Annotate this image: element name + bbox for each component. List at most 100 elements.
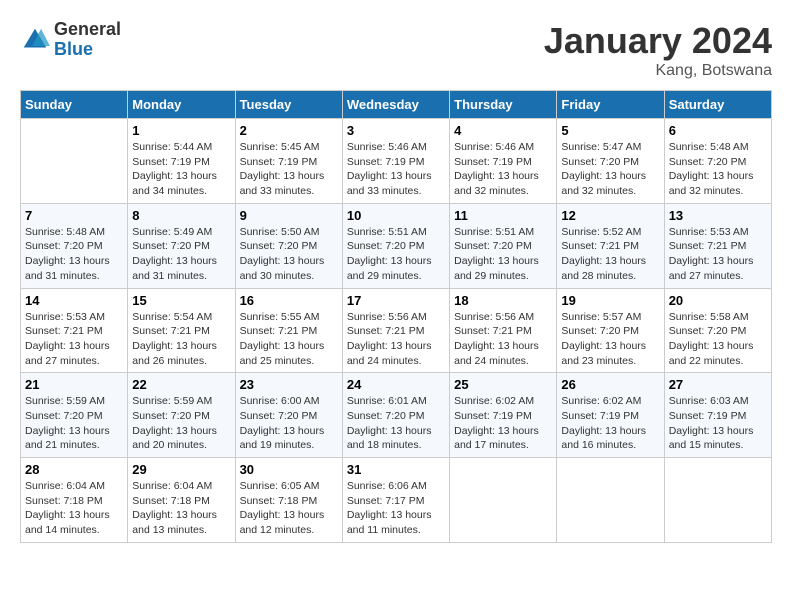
calendar-cell: 6Sunrise: 5:48 AMSunset: 7:20 PMDaylight…	[664, 119, 771, 204]
calendar-cell: 25 Sunrise: 6:02 AMSunset: 7:19 PMDayligh…	[450, 373, 557, 458]
header-day-tuesday: Tuesday	[235, 91, 342, 119]
cell-info: Sunrise: 5:54 AMSunset: 7:21 PMDaylight:…	[132, 310, 230, 369]
cell-info: Sunrise: 6:00 AMSunset: 7:20 PMDaylight:…	[240, 394, 338, 453]
cell-date-number: 26	[561, 377, 659, 392]
cell-date-number: 5	[561, 123, 659, 138]
calendar-cell: 14Sunrise: 5:53 AMSunset: 7:21 PMDayligh…	[21, 288, 128, 373]
calendar-cell: 12 Sunrise: 5:52 AMSunset: 7:21 PMDayligh…	[557, 203, 664, 288]
calendar-cell: 26 Sunrise: 6:02 AMSunset: 7:19 PMDayligh…	[557, 373, 664, 458]
calendar-cell: 23 Sunrise: 6:00 AMSunset: 7:20 PMDayligh…	[235, 373, 342, 458]
calendar-cell: 4 Sunrise: 5:46 AMSunset: 7:19 PMDaylight…	[450, 119, 557, 204]
cell-info: Sunrise: 5:56 AMSunset: 7:21 PMDaylight:…	[454, 310, 552, 369]
cell-info: Sunrise: 6:02 AMSunset: 7:19 PMDaylight:…	[561, 394, 659, 453]
cell-date-number: 28	[25, 462, 123, 477]
calendar-cell: 17 Sunrise: 5:56 AMSunset: 7:21 PMDayligh…	[342, 288, 449, 373]
cell-date-number: 8	[132, 208, 230, 223]
calendar-cell	[21, 119, 128, 204]
calendar-cell: 2 Sunrise: 5:45 AMSunset: 7:19 PMDaylight…	[235, 119, 342, 204]
logo-blue-text: Blue	[54, 40, 121, 60]
cell-date-number: 22	[132, 377, 230, 392]
cell-info: Sunrise: 5:55 AMSunset: 7:21 PMDaylight:…	[240, 310, 338, 369]
cell-info: Sunrise: 5:51 AMSunset: 7:20 PMDaylight:…	[347, 225, 445, 284]
calendar-cell: 11 Sunrise: 5:51 AMSunset: 7:20 PMDayligh…	[450, 203, 557, 288]
header-day-sunday: Sunday	[21, 91, 128, 119]
cell-info: Sunrise: 5:52 AMSunset: 7:21 PMDaylight:…	[561, 225, 659, 284]
calendar-cell: 31 Sunrise: 6:06 AMSunset: 7:17 PMDayligh…	[342, 458, 449, 543]
cell-info: Sunrise: 6:05 AMSunset: 7:18 PMDaylight:…	[240, 479, 338, 538]
calendar-cell: 16 Sunrise: 5:55 AMSunset: 7:21 PMDayligh…	[235, 288, 342, 373]
header-day-thursday: Thursday	[450, 91, 557, 119]
calendar-cell	[450, 458, 557, 543]
cell-info: Sunrise: 5:48 AMSunset: 7:20 PMDaylight:…	[669, 140, 767, 199]
cell-info: Sunrise: 5:56 AMSunset: 7:21 PMDaylight:…	[347, 310, 445, 369]
calendar-cell: 29Sunrise: 6:04 AMSunset: 7:18 PMDayligh…	[128, 458, 235, 543]
calendar-cell: 19 Sunrise: 5:57 AMSunset: 7:20 PMDayligh…	[557, 288, 664, 373]
calendar-cell: 8 Sunrise: 5:49 AMSunset: 7:20 PMDaylight…	[128, 203, 235, 288]
cell-info: Sunrise: 6:03 AMSunset: 7:19 PMDaylight:…	[669, 394, 767, 453]
cell-info: Sunrise: 6:01 AMSunset: 7:20 PMDaylight:…	[347, 394, 445, 453]
cell-info: Sunrise: 5:46 AMSunset: 7:19 PMDaylight:…	[347, 140, 445, 199]
calendar-week-row: 7 Sunrise: 5:48 AMSunset: 7:20 PMDaylight…	[21, 203, 772, 288]
cell-date-number: 18	[454, 293, 552, 308]
cell-date-number: 3	[347, 123, 445, 138]
cell-date-number: 19	[561, 293, 659, 308]
title-section: January 2024 Kang, Botswana	[544, 20, 772, 80]
cell-date-number: 10	[347, 208, 445, 223]
header-day-monday: Monday	[128, 91, 235, 119]
calendar-cell	[557, 458, 664, 543]
header-day-saturday: Saturday	[664, 91, 771, 119]
calendar-cell: 21Sunrise: 5:59 AMSunset: 7:20 PMDayligh…	[21, 373, 128, 458]
cell-date-number: 30	[240, 462, 338, 477]
calendar-cell: 5 Sunrise: 5:47 AMSunset: 7:20 PMDaylight…	[557, 119, 664, 204]
cell-info: Sunrise: 5:59 AMSunset: 7:20 PMDaylight:…	[132, 394, 230, 453]
calendar-cell: 27 Sunrise: 6:03 AMSunset: 7:19 PMDayligh…	[664, 373, 771, 458]
calendar-cell: 28 Sunrise: 6:04 AMSunset: 7:18 PMDayligh…	[21, 458, 128, 543]
cell-date-number: 16	[240, 293, 338, 308]
calendar-week-row: 1Sunrise: 5:44 AMSunset: 7:19 PMDaylight…	[21, 119, 772, 204]
calendar-cell: 30 Sunrise: 6:05 AMSunset: 7:18 PMDayligh…	[235, 458, 342, 543]
calendar-cell: 13Sunrise: 5:53 AMSunset: 7:21 PMDayligh…	[664, 203, 771, 288]
cell-date-number: 7	[25, 208, 123, 223]
cell-date-number: 24	[347, 377, 445, 392]
cell-info: Sunrise: 5:46 AMSunset: 7:19 PMDaylight:…	[454, 140, 552, 199]
cell-date-number: 23	[240, 377, 338, 392]
cell-date-number: 27	[669, 377, 767, 392]
cell-info: Sunrise: 6:02 AMSunset: 7:19 PMDaylight:…	[454, 394, 552, 453]
logo-icon	[20, 25, 50, 55]
calendar-week-row: 14Sunrise: 5:53 AMSunset: 7:21 PMDayligh…	[21, 288, 772, 373]
cell-info: Sunrise: 5:51 AMSunset: 7:20 PMDaylight:…	[454, 225, 552, 284]
calendar-body: 1Sunrise: 5:44 AMSunset: 7:19 PMDaylight…	[21, 119, 772, 543]
cell-date-number: 9	[240, 208, 338, 223]
cell-date-number: 12	[561, 208, 659, 223]
cell-date-number: 17	[347, 293, 445, 308]
cell-info: Sunrise: 5:58 AMSunset: 7:20 PMDaylight:…	[669, 310, 767, 369]
calendar-cell: 9 Sunrise: 5:50 AMSunset: 7:20 PMDaylight…	[235, 203, 342, 288]
calendar-cell: 7 Sunrise: 5:48 AMSunset: 7:20 PMDaylight…	[21, 203, 128, 288]
cell-info: Sunrise: 5:47 AMSunset: 7:20 PMDaylight:…	[561, 140, 659, 199]
cell-info: Sunrise: 5:57 AMSunset: 7:20 PMDaylight:…	[561, 310, 659, 369]
cell-info: Sunrise: 6:04 AMSunset: 7:18 PMDaylight:…	[132, 479, 230, 538]
cell-info: Sunrise: 5:45 AMSunset: 7:19 PMDaylight:…	[240, 140, 338, 199]
cell-date-number: 13	[669, 208, 767, 223]
calendar-cell: 24 Sunrise: 6:01 AMSunset: 7:20 PMDayligh…	[342, 373, 449, 458]
calendar-cell: 15Sunrise: 5:54 AMSunset: 7:21 PMDayligh…	[128, 288, 235, 373]
calendar-header: SundayMondayTuesdayWednesdayThursdayFrid…	[21, 91, 772, 119]
logo: General Blue	[20, 20, 121, 60]
cell-date-number: 14	[25, 293, 123, 308]
header-day-friday: Friday	[557, 91, 664, 119]
cell-date-number: 20	[669, 293, 767, 308]
cell-date-number: 2	[240, 123, 338, 138]
cell-info: Sunrise: 5:50 AMSunset: 7:20 PMDaylight:…	[240, 225, 338, 284]
cell-date-number: 11	[454, 208, 552, 223]
cell-info: Sunrise: 6:04 AMSunset: 7:18 PMDaylight:…	[25, 479, 123, 538]
cell-date-number: 4	[454, 123, 552, 138]
header-day-wednesday: Wednesday	[342, 91, 449, 119]
cell-info: Sunrise: 6:06 AMSunset: 7:17 PMDaylight:…	[347, 479, 445, 538]
cell-date-number: 31	[347, 462, 445, 477]
cell-date-number: 25	[454, 377, 552, 392]
header-row: SundayMondayTuesdayWednesdayThursdayFrid…	[21, 91, 772, 119]
cell-info: Sunrise: 5:49 AMSunset: 7:20 PMDaylight:…	[132, 225, 230, 284]
cell-info: Sunrise: 5:48 AMSunset: 7:20 PMDaylight:…	[25, 225, 123, 284]
cell-info: Sunrise: 5:44 AMSunset: 7:19 PMDaylight:…	[132, 140, 230, 199]
subtitle: Kang, Botswana	[544, 62, 772, 80]
